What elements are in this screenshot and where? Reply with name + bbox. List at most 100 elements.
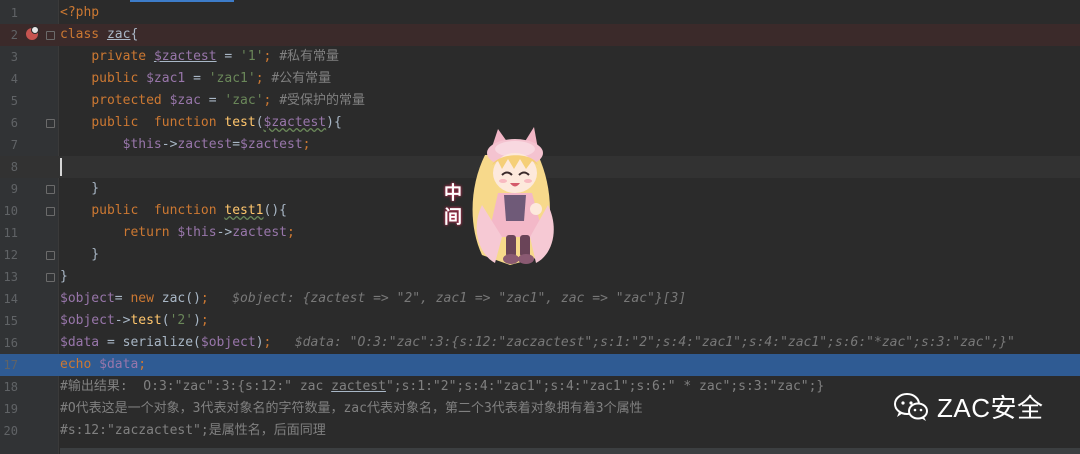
code-token: class bbox=[60, 27, 107, 42]
code-token: $object bbox=[60, 313, 115, 328]
line-number: 15 bbox=[3, 314, 18, 328]
code-token: = bbox=[232, 137, 241, 152]
code-token: } bbox=[60, 181, 100, 196]
fold-marker-icon[interactable] bbox=[46, 185, 55, 194]
code-token: ; bbox=[302, 137, 311, 152]
fold-marker-icon[interactable] bbox=[46, 251, 55, 260]
code-line[interactable]: 15 $object->test('2'); bbox=[0, 310, 1080, 332]
line-number: 13 bbox=[3, 270, 18, 284]
code-text: } bbox=[60, 266, 68, 288]
code-token: $data: "O:3:"zac":3:{s:12:"zaczactest";s… bbox=[294, 335, 1015, 350]
code-line[interactable]: 2 class zac{ bbox=[0, 24, 1080, 46]
code-token: = bbox=[185, 71, 209, 86]
line-number: 8 bbox=[10, 160, 18, 174]
text-caret bbox=[60, 158, 62, 176]
code-token: $object bbox=[200, 335, 256, 350]
code-token: $zac bbox=[169, 93, 201, 108]
code-token: = serialize( bbox=[99, 335, 201, 350]
sticker-text: 中间 bbox=[444, 183, 462, 228]
code-token: protected bbox=[91, 93, 170, 108]
line-number: 16 bbox=[3, 336, 18, 350]
code-text: public function test1(){ bbox=[60, 200, 287, 222]
code-text: #输出结果: O:3:"zac":3:{s:12:" zac zactest";… bbox=[60, 376, 824, 398]
code-token: zac() bbox=[161, 291, 201, 306]
code-text: #O代表这是一个对象，3代表对象名的字符数量，zac代表对象名，第二个3代表着对… bbox=[60, 398, 643, 420]
line-number: 19 bbox=[3, 402, 18, 416]
line-number: 18 bbox=[3, 380, 18, 394]
code-token: = bbox=[216, 49, 241, 64]
code-token: $this bbox=[122, 137, 162, 152]
code-token: ";s:1:"2";s:4:"zac1";s:4:"zac1";s:6:" * … bbox=[385, 379, 825, 394]
code-line[interactable]: 14 $object= new zac(); $object: {zactest … bbox=[0, 288, 1080, 310]
code-token: ) bbox=[255, 335, 264, 350]
code-token: $zactest bbox=[263, 115, 327, 130]
code-token: private bbox=[91, 49, 154, 64]
code-line[interactable]: 3 private $zactest = '1'; #私有常量 bbox=[0, 46, 1080, 68]
code-token: #s:12:"zaczactest";是属性名，后面同理 bbox=[60, 423, 326, 438]
code-token: 'zac' bbox=[224, 93, 264, 108]
code-token: $zactest bbox=[153, 49, 217, 64]
code-line[interactable]: 17 echo $data; bbox=[0, 354, 1080, 376]
code-text: $object->test('2'); bbox=[60, 310, 209, 332]
code-text: #s:12:"zaczactest";是属性名，后面同理 bbox=[60, 420, 326, 442]
code-text: <?php bbox=[60, 2, 99, 24]
code-token: $object: {zactest => "2", zac1 => "zac1"… bbox=[232, 291, 687, 306]
code-token: zactest bbox=[177, 137, 233, 152]
code-text: echo $data; bbox=[60, 354, 146, 376]
code-token: '1' bbox=[240, 49, 264, 64]
line-number: 3 bbox=[10, 50, 18, 64]
code-text: protected $zac = 'zac'; #受保护的常量 bbox=[60, 90, 365, 112]
code-token: public function bbox=[91, 115, 225, 130]
code-token: ; bbox=[263, 49, 280, 64]
code-line[interactable]: 1 <?php bbox=[0, 2, 1080, 24]
code-token: $data bbox=[99, 357, 139, 372]
line-number: 2 bbox=[10, 28, 18, 42]
fold-marker-icon[interactable] bbox=[46, 273, 55, 282]
line-number: 1 bbox=[10, 6, 18, 20]
code-line[interactable]: 16 $data = serialize($object); $data: "O:… bbox=[0, 332, 1080, 354]
code-token: ; bbox=[138, 357, 147, 372]
code-token: $data bbox=[60, 335, 100, 350]
code-token: $this bbox=[177, 225, 217, 240]
code-line[interactable]: 4 public $zac1 = 'zac1'; #公有常量 bbox=[0, 68, 1080, 90]
fold-marker-icon[interactable] bbox=[46, 207, 55, 216]
code-token: #O代表这是一个对象，3代表对象名的字符数量，zac代表对象名，第二个3代表着对… bbox=[60, 401, 643, 416]
code-token: ( bbox=[161, 313, 170, 328]
line-number: 9 bbox=[10, 182, 18, 196]
code-token: $zactest bbox=[240, 137, 303, 152]
code-token: '2' bbox=[169, 313, 194, 328]
code-token: (){ bbox=[263, 203, 287, 218]
code-text: return $this->zactest; bbox=[60, 222, 295, 244]
code-token: zactest bbox=[232, 225, 288, 240]
line-number: 7 bbox=[10, 138, 18, 152]
fold-marker-icon[interactable] bbox=[46, 119, 55, 128]
code-token: ; bbox=[263, 93, 280, 108]
code-token: return bbox=[122, 225, 178, 240]
code-token: new bbox=[130, 291, 162, 306]
code-token: { bbox=[130, 27, 139, 42]
code-token: #公有常量 bbox=[271, 71, 332, 86]
code-token: 'zac1' bbox=[208, 71, 256, 86]
code-token: = bbox=[114, 291, 131, 306]
code-token: zac bbox=[106, 27, 131, 42]
code-text: public function test($zactest){ bbox=[60, 112, 342, 134]
fold-marker-icon[interactable] bbox=[46, 31, 55, 40]
horizontal-scrollbar[interactable] bbox=[60, 448, 1080, 454]
code-token: zactest bbox=[331, 379, 386, 394]
code-token: test1 bbox=[224, 203, 264, 218]
line-number: 4 bbox=[10, 72, 18, 86]
line-number: 11 bbox=[3, 226, 18, 240]
code-text: } bbox=[60, 244, 99, 266]
code-token: ){ bbox=[326, 115, 342, 130]
code-token: } bbox=[60, 247, 100, 262]
code-line[interactable]: 5 protected $zac = 'zac'; #受保护的常量 bbox=[0, 90, 1080, 112]
code-text: public $zac1 = 'zac1'; #公有常量 bbox=[60, 68, 331, 90]
code-token: #私有常量 bbox=[279, 49, 340, 64]
code-token: $zac1 bbox=[146, 71, 186, 86]
line-number: 6 bbox=[10, 116, 18, 130]
